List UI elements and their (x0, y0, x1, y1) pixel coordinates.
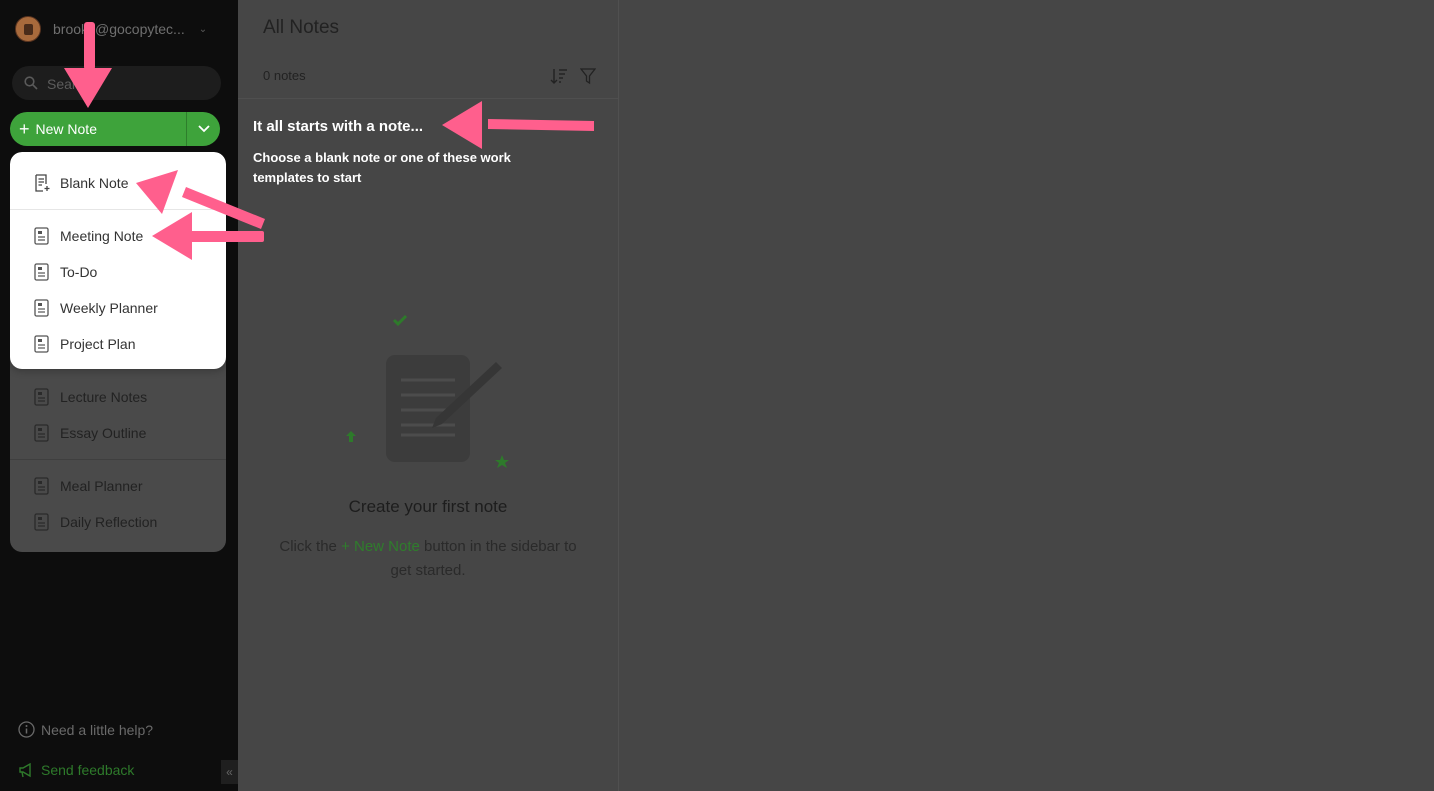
tip-body: Choose a blank note or one of these work… (253, 150, 511, 185)
menu-divider (10, 209, 226, 210)
menu-divider (10, 459, 226, 460)
template-item-essay-outline[interactable]: Essay Outline (34, 423, 146, 443)
chevron-down-icon (197, 125, 210, 133)
account-name: brooks@gocopytec... (53, 21, 185, 37)
template-item-label: Lecture Notes (60, 389, 148, 405)
new-note-button-group: + New Note (10, 112, 220, 146)
page-title: All Notes (263, 17, 340, 38)
template-item-to-do[interactable]: To-Do (34, 262, 97, 282)
empty-state-subtitle: Click the + New Note button in the sideb… (268, 535, 588, 583)
note-count: 0 notes (263, 68, 306, 83)
help-label: Need a little help? (41, 721, 154, 738)
template-icon (34, 513, 49, 531)
account-switcher[interactable]: brooks@gocopytec... ⌄ (15, 15, 207, 43)
blank-note-item[interactable]: Blank Note (34, 173, 128, 193)
blank-note-label: Blank Note (60, 175, 129, 191)
template-menu: Lecture Notes Essay Outline Meal Planner… (10, 152, 226, 552)
sidebar: brooks@gocopytec... ⌄ + New Note Lecture… (0, 0, 238, 791)
template-item-daily-reflection[interactable]: Daily Reflection (34, 512, 157, 532)
megaphone-icon (19, 762, 31, 777)
empty-notes-illustration (346, 314, 509, 468)
template-icon (34, 388, 49, 406)
avatar (15, 16, 41, 42)
template-item-label: Meeting Note (60, 228, 144, 244)
template-item-label: To-Do (60, 264, 98, 280)
template-item-meal-planner[interactable]: Meal Planner (34, 476, 143, 496)
template-icon (34, 299, 49, 317)
empty-state-title: Create your first note (348, 497, 508, 516)
empty-state-text: Click the (279, 538, 337, 555)
template-item-label: Project Plan (60, 336, 136, 352)
new-note-button[interactable]: + New Note (10, 112, 186, 146)
template-icon (34, 263, 49, 281)
template-item-label: Weekly Planner (60, 300, 158, 316)
tip-title: It all starts with a note... (253, 118, 424, 135)
template-item-project-plan[interactable]: Project Plan (34, 334, 135, 354)
template-item-label: Essay Outline (60, 425, 147, 441)
template-item-label: Meal Planner (60, 478, 143, 494)
divider (238, 98, 618, 99)
star-icon (495, 455, 509, 468)
sort-icon[interactable] (550, 68, 568, 85)
search-bar[interactable] (12, 66, 221, 100)
search-input[interactable] (45, 74, 209, 94)
template-icon (34, 424, 49, 442)
send-feedback-link[interactable]: Send feedback (18, 762, 134, 778)
template-item-weekly-planner[interactable]: Weekly Planner (34, 298, 158, 318)
template-icon (34, 477, 49, 495)
chevron-down-icon: ⌄ (198, 23, 208, 35)
template-item-lecture-notes[interactable]: Lecture Notes (34, 387, 147, 407)
new-note-inline-link[interactable]: + New Note (341, 538, 420, 555)
info-icon (18, 721, 35, 738)
template-icon (34, 227, 49, 245)
plus-icon: + (19, 119, 30, 139)
feedback-label: Send feedback (41, 762, 135, 778)
checkmark-icon (392, 314, 408, 327)
help-link[interactable]: Need a little help? (18, 721, 153, 738)
template-menu-highlighted: Blank Note Meeting Note To-Do Weekly Pla… (10, 152, 226, 369)
search-icon (24, 76, 38, 90)
new-note-label: New Note (35, 121, 97, 137)
editor-panel (619, 0, 1434, 791)
blank-note-icon (35, 174, 50, 192)
filter-icon[interactable] (580, 68, 596, 85)
template-icon (34, 335, 49, 353)
template-item-label: Daily Reflection (60, 514, 158, 530)
collapse-sidebar-button[interactable]: « (221, 760, 238, 784)
new-note-dropdown-toggle[interactable] (187, 112, 220, 146)
template-item-meeting-note[interactable]: Meeting Note (34, 226, 143, 246)
arrow-up-icon (346, 431, 356, 442)
